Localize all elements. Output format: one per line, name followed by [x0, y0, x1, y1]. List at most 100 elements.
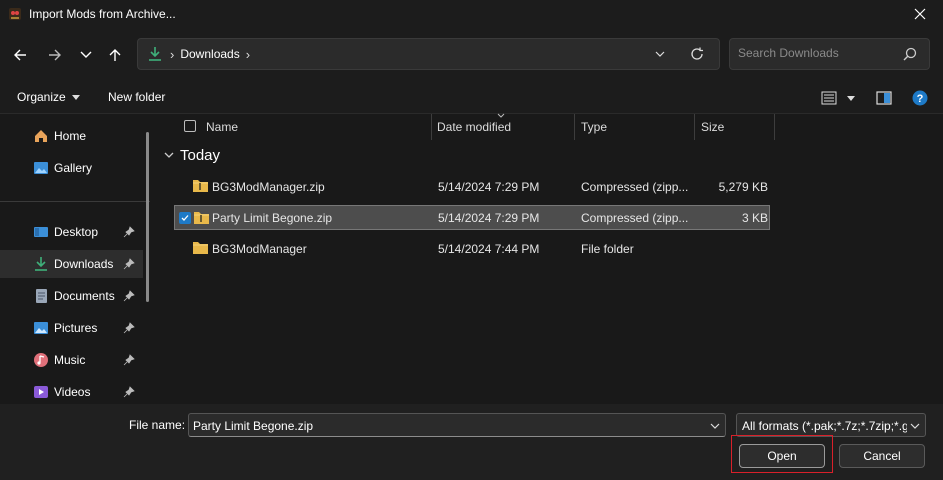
home-icon	[33, 128, 49, 144]
sidebar-item-label: Gallery	[54, 161, 93, 175]
preview-pane-icon[interactable]	[876, 89, 892, 107]
recent-locations-chevron-icon[interactable]	[75, 44, 97, 66]
address-history-chevron-icon[interactable]	[653, 47, 667, 61]
column-divider[interactable]	[774, 114, 775, 140]
file-name: Party Limit Begone.zip	[212, 211, 333, 225]
search-input[interactable]	[738, 46, 898, 60]
pictures-icon	[33, 320, 49, 336]
file-name-label: File name:	[129, 418, 186, 432]
zip-folder-icon	[194, 212, 209, 224]
view-options-button[interactable]	[821, 89, 855, 107]
navigation-bar: › Downloads ›	[0, 27, 943, 81]
organize-menu[interactable]: Organize	[17, 90, 80, 104]
pin-icon[interactable]	[123, 258, 135, 270]
select-all-checkbox[interactable]	[184, 120, 196, 132]
documents-icon	[33, 288, 49, 304]
download-icon	[146, 45, 164, 63]
videos-icon	[33, 384, 49, 400]
file-list: Name Date modified Type Size Today BG3Mo…	[158, 113, 943, 404]
forward-arrow-icon[interactable]	[44, 44, 66, 66]
chevron-down-icon	[164, 152, 174, 158]
pin-icon[interactable]	[123, 354, 135, 366]
pin-icon[interactable]	[123, 226, 135, 238]
new-folder-button[interactable]: New folder	[108, 90, 165, 104]
column-header-type[interactable]: Type	[581, 114, 607, 140]
sidebar-item-label: Documents	[54, 289, 115, 303]
sidebar-item-documents[interactable]: Documents	[0, 282, 143, 310]
help-icon[interactable]: ?	[912, 89, 928, 107]
file-date: 5/14/2024 7:29 PM	[438, 180, 540, 194]
sidebar-item-gallery[interactable]: Gallery	[0, 154, 143, 182]
search-box[interactable]	[729, 38, 930, 70]
file-name-field[interactable]: Party Limit Begone.zip	[188, 413, 726, 437]
sidebar-item-desktop[interactable]: Desktop	[0, 218, 143, 246]
column-divider[interactable]	[574, 114, 575, 140]
search-icon[interactable]	[903, 47, 917, 61]
column-divider[interactable]	[431, 114, 432, 140]
file-size: 5,279 KB	[718, 180, 768, 194]
chevron-down-icon[interactable]	[709, 420, 721, 432]
download-icon	[33, 256, 49, 272]
refresh-icon[interactable]	[689, 46, 705, 62]
sidebar-item-home[interactable]: Home	[0, 122, 143, 150]
open-button[interactable]: Open	[739, 444, 825, 468]
file-row[interactable]: BG3ModManager 5/14/2024 7:44 PM File fol…	[174, 236, 770, 261]
sidebar-item-pictures[interactable]: Pictures	[0, 314, 143, 342]
back-arrow-icon[interactable]	[9, 44, 31, 66]
window-title: Import Mods from Archive...	[29, 6, 176, 21]
column-header-date-modified[interactable]: Date modified	[437, 114, 511, 140]
navigation-pane: Home Gallery Desktop Downloads Documents…	[0, 114, 153, 404]
music-icon	[33, 352, 49, 368]
breadcrumb-chevron-icon[interactable]: ›	[246, 47, 250, 62]
row-checkbox-checked[interactable]	[179, 212, 191, 224]
file-size: 3 KB	[741, 211, 768, 225]
desktop-icon	[33, 224, 49, 240]
checkmark-icon	[181, 215, 189, 221]
sidebar-item-downloads[interactable]: Downloads	[0, 250, 143, 278]
sidebar-divider	[0, 201, 150, 202]
file-name: BG3ModManager.zip	[212, 180, 325, 194]
title-bar: Import Mods from Archive...	[0, 0, 943, 27]
breadcrumb-downloads[interactable]: Downloads	[180, 47, 239, 61]
file-type-filter[interactable]: All formats (*.pak;*.7z;*.7zip;*.gz;*.ra…	[736, 413, 926, 437]
file-name: BG3ModManager	[212, 242, 307, 256]
sidebar-item-music[interactable]: Music	[0, 346, 143, 374]
sidebar-item-label: Downloads	[54, 257, 114, 271]
caret-down-icon	[847, 95, 855, 101]
close-icon[interactable]	[897, 0, 943, 27]
pin-icon[interactable]	[123, 386, 135, 398]
sidebar-item-label: Pictures	[54, 321, 98, 335]
sidebar-item-label: Home	[54, 129, 87, 143]
group-label: Today	[180, 147, 221, 164]
folder-icon	[193, 242, 208, 254]
file-type: Compressed (zipp...	[581, 211, 689, 225]
caret-down-icon	[71, 94, 80, 100]
file-type-filter-value: All formats (*.pak;*.7z;*.7zip;*.gz;*.ra…	[742, 419, 907, 433]
zip-folder-icon	[193, 180, 208, 192]
cancel-button[interactable]: Cancel	[839, 444, 925, 468]
chevron-down-icon[interactable]	[909, 420, 921, 432]
column-header-name[interactable]: Name	[206, 114, 238, 140]
organize-label: Organize	[17, 90, 66, 104]
sidebar-item-videos[interactable]: Videos	[0, 378, 143, 406]
address-bar[interactable]: › Downloads ›	[137, 38, 720, 70]
file-row[interactable]: BG3ModManager.zip 5/14/2024 7:29 PM Comp…	[174, 174, 770, 199]
column-divider[interactable]	[694, 114, 695, 140]
pin-icon[interactable]	[123, 290, 135, 302]
svg-text:?: ?	[917, 93, 924, 105]
sidebar-item-label: Videos	[54, 385, 91, 399]
dialog-footer: File name: Party Limit Begone.zip All fo…	[0, 404, 943, 480]
up-arrow-icon[interactable]	[104, 44, 126, 66]
file-type: File folder	[581, 242, 634, 256]
group-header-today[interactable]: Today	[164, 147, 220, 164]
list-view-icon	[821, 91, 837, 105]
pin-icon[interactable]	[123, 322, 135, 334]
file-name-value[interactable]: Party Limit Begone.zip	[193, 419, 313, 433]
file-row-selected[interactable]: Party Limit Begone.zip 5/14/2024 7:29 PM…	[174, 205, 770, 230]
file-type: Compressed (zipp...	[581, 180, 689, 194]
app-icon	[7, 6, 23, 22]
sidebar-item-label: Music	[54, 353, 86, 367]
sidebar-scrollbar[interactable]	[146, 132, 149, 302]
file-date: 5/14/2024 7:29 PM	[438, 211, 540, 225]
column-header-size[interactable]: Size	[701, 114, 724, 140]
